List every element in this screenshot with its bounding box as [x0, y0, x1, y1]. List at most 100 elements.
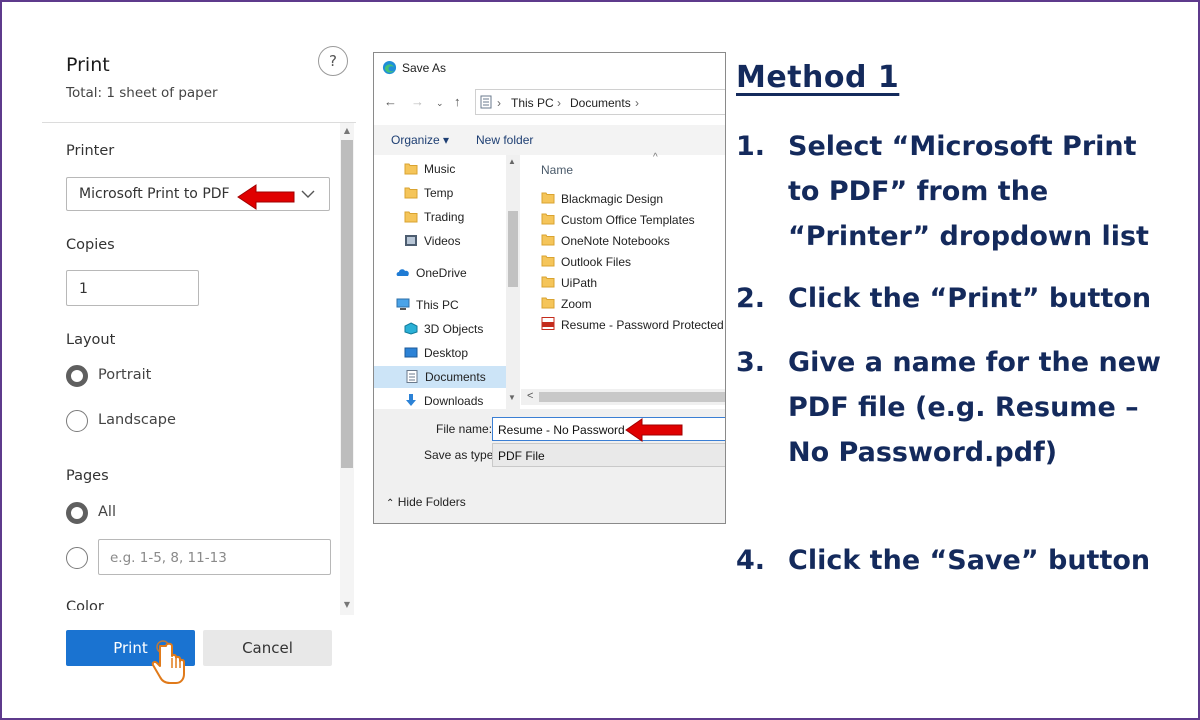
red-arrow-filename-icon — [625, 418, 683, 442]
breadcrumb-separator-icon: › — [635, 96, 639, 110]
organize-button[interactable]: Organize ▾ — [391, 133, 449, 147]
save-as-dialog: Save As ← → ⌄ ↑ › This PC › Documents › … — [373, 52, 726, 524]
method-title: Method 1 — [736, 60, 900, 95]
copies-label: Copies — [66, 237, 115, 253]
tree-item-label: Music — [424, 162, 456, 176]
folder-icon — [404, 187, 418, 199]
list-item[interactable]: Resume - Password Protected PDF — [541, 314, 725, 335]
hide-folders-label: Hide Folders — [397, 495, 466, 509]
print-panel: Print Total: 1 sheet of paper ? Printer … — [42, 30, 356, 690]
step-text: Click the “Save” button — [788, 545, 1151, 576]
step-number: 3. — [736, 347, 766, 378]
pages-range-input[interactable]: e.g. 1-5, 8, 11-13 — [98, 539, 331, 575]
copies-input[interactable]: 1 — [66, 270, 199, 306]
tree-item-label: Documents — [425, 370, 486, 384]
tree-item-label: Videos — [424, 234, 461, 248]
3d-objects-icon — [404, 322, 418, 335]
scroll-up-icon[interactable]: ▲ — [340, 125, 354, 137]
folder-icon — [541, 276, 555, 288]
file-name-input[interactable]: Resume - No Password — [492, 417, 725, 441]
pages-range-placeholder: e.g. 1-5, 8, 11-13 — [110, 550, 227, 566]
list-item[interactable]: OneNote Notebooks — [541, 230, 725, 251]
red-arrow-printer-icon — [237, 184, 295, 210]
print-settings-scroll-area: Printer Microsoft Print to PDF Copies 1 … — [42, 123, 356, 610]
folder-icon — [541, 192, 555, 204]
tree-item-documents[interactable]: Documents — [374, 366, 506, 388]
pages-all-radio[interactable] — [66, 502, 88, 524]
color-label: Color — [66, 599, 104, 610]
folder-icon — [541, 213, 555, 225]
save-as-type-value: PDF File — [498, 449, 545, 463]
landscape-radio[interactable] — [66, 410, 88, 432]
portrait-radio[interactable] — [66, 365, 88, 387]
help-button[interactable]: ? — [318, 46, 348, 76]
sort-ascending-icon: ^ — [653, 152, 658, 163]
scroll-down-icon[interactable]: ▼ — [508, 393, 516, 402]
chevron-up-icon: ⌃ — [386, 498, 395, 509]
list-item[interactable]: Blackmagic Design — [541, 188, 725, 209]
tree-scrollbar-thumb[interactable] — [508, 211, 518, 287]
file-list-hscrollbar[interactable]: < — [521, 389, 725, 405]
step-text: Give a name for the new PDF file (e.g. R… — [788, 347, 1161, 468]
back-arrow-icon[interactable]: ← — [384, 94, 397, 109]
list-item[interactable]: Zoom — [541, 293, 725, 314]
up-arrow-icon[interactable]: ↑ — [454, 94, 461, 109]
breadcrumb-this-pc[interactable]: This PC — [511, 96, 554, 110]
folder-icon — [541, 297, 555, 309]
tree-item-label: Desktop — [424, 346, 469, 360]
tree-item-label: Downloads — [424, 394, 484, 408]
file-name-label: File name: — [436, 422, 493, 436]
folder-tree: Music Temp Trading Videos OneDrive This … — [374, 155, 521, 409]
save-as-type-select[interactable]: PDF File — [492, 443, 725, 467]
step-number: 4. — [736, 545, 766, 576]
tree-item-label: Trading — [424, 210, 465, 224]
file-name: Outlook Files — [561, 255, 632, 269]
column-header-name[interactable]: Name — [541, 163, 573, 177]
list-item[interactable]: Outlook Files — [541, 251, 725, 272]
pages-custom-radio[interactable] — [66, 547, 88, 569]
folder-icon — [404, 163, 418, 175]
breadcrumb-separator-icon: › — [497, 96, 501, 110]
tree-item-label: This PC — [416, 298, 459, 312]
documents-location-icon — [480, 95, 492, 109]
recent-dropdown-icon[interactable]: ⌄ — [436, 98, 444, 109]
forward-arrow-icon[interactable]: → — [411, 94, 424, 109]
address-bar[interactable]: › This PC › Documents › — [475, 89, 725, 115]
file-name: Resume - Password Protected PDF — [561, 318, 725, 332]
scroll-left-icon[interactable]: < — [527, 390, 533, 402]
folder-icon — [541, 234, 555, 246]
printer-label: Printer — [66, 143, 115, 159]
scroll-up-icon[interactable]: ▲ — [508, 157, 516, 166]
cancel-button[interactable]: Cancel — [203, 630, 332, 666]
list-item[interactable]: UiPath — [541, 272, 725, 293]
breadcrumb-separator-icon: › — [557, 96, 561, 110]
folder-icon — [541, 255, 555, 267]
save-as-type-label: Save as type: — [424, 448, 497, 462]
file-name-value: Resume - No Password — [498, 423, 625, 437]
tree-item-label: Temp — [424, 186, 454, 200]
print-title: Print — [66, 54, 110, 76]
dialog-title: Save As — [402, 61, 447, 75]
list-item[interactable]: Custom Office Templates — [541, 209, 725, 230]
layout-label: Layout — [66, 332, 116, 348]
dialog-toolbar: Organize ▾ New folder — [374, 125, 725, 155]
dialog-titlebar: Save As — [374, 53, 725, 83]
chevron-down-icon — [301, 190, 315, 198]
scroll-down-icon[interactable]: ▼ — [340, 599, 354, 611]
step-number: 1. — [736, 131, 766, 162]
print-scrollbar-thumb[interactable] — [341, 140, 353, 468]
hscrollbar-thumb[interactable] — [539, 392, 725, 402]
file-name: Custom Office Templates — [561, 213, 695, 227]
hide-folders-button[interactable]: ⌃ Hide Folders — [386, 495, 466, 509]
folder-icon — [404, 211, 418, 223]
edge-logo-icon — [382, 60, 397, 75]
portrait-label: Portrait — [98, 367, 152, 383]
pc-icon — [396, 298, 410, 310]
tree-scrollbar[interactable]: ▲ ▼ — [506, 155, 520, 409]
printer-select-value: Microsoft Print to PDF — [79, 186, 230, 202]
file-name: Blackmagic Design — [561, 192, 664, 206]
file-name: UiPath — [561, 276, 598, 290]
landscape-label: Landscape — [98, 412, 176, 428]
new-folder-button[interactable]: New folder — [476, 133, 533, 147]
breadcrumb-documents[interactable]: Documents — [570, 96, 631, 110]
